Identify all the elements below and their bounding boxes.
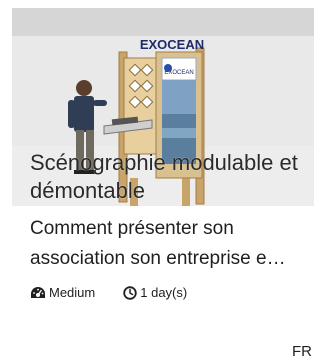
duration-label: 1 day(s)	[140, 285, 188, 300]
card-description: Comment présenter son association son en…	[30, 218, 286, 269]
brand-text: EXOCEAN	[140, 37, 204, 52]
project-card[interactable]: EXOCEAN EXOCEAN Scénographie modulable e…	[0, 0, 326, 363]
card-title[interactable]: Scénographie modulable et démontable	[30, 149, 300, 205]
difficulty: Medium	[30, 285, 95, 300]
card-meta: Medium 1 day(s)	[30, 285, 215, 300]
clock-icon	[123, 285, 137, 300]
language-badge: FR	[292, 343, 312, 360]
dashboard-icon	[31, 286, 45, 298]
duration: 1 day(s)	[123, 285, 187, 300]
difficulty-label: Medium	[49, 285, 96, 300]
